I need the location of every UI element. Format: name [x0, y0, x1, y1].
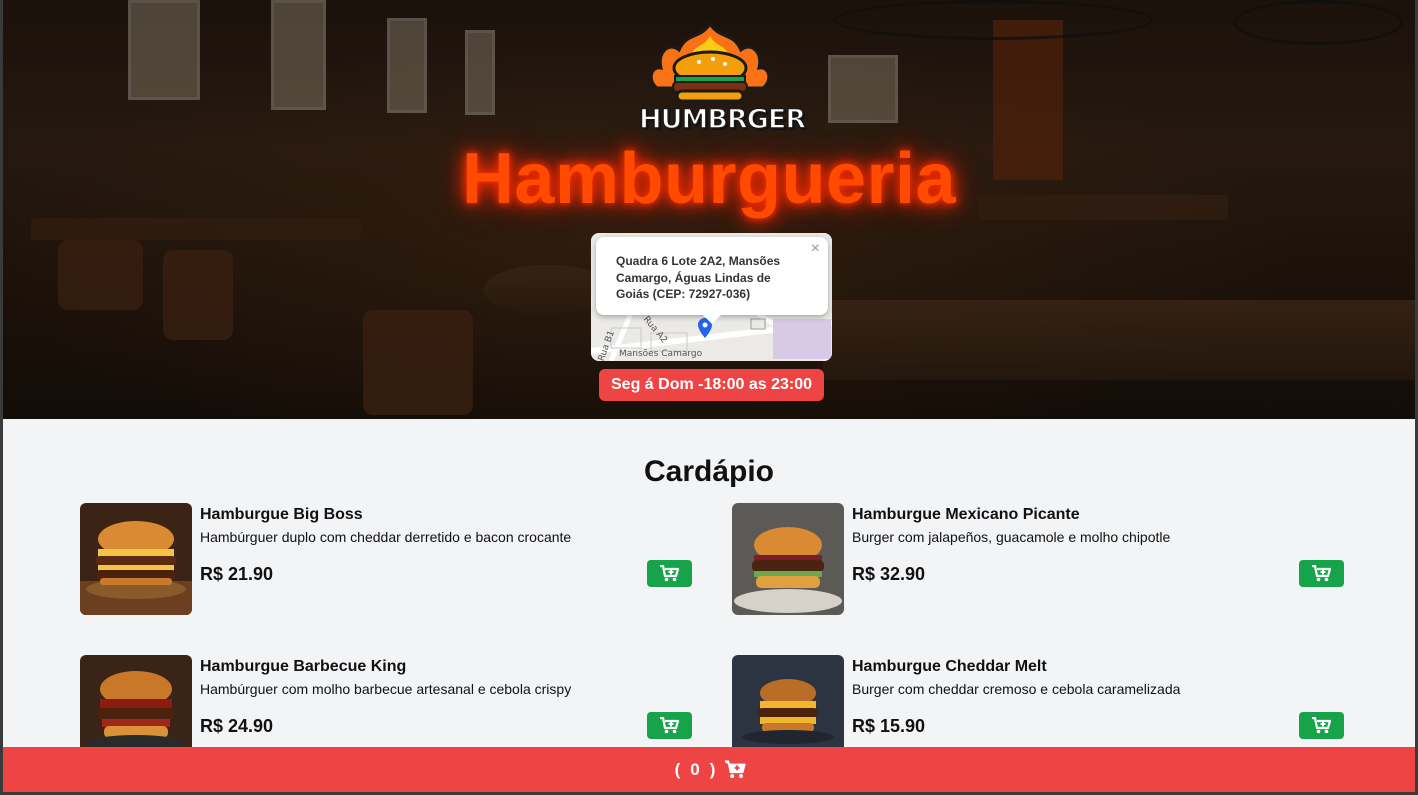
cart-plus-icon — [659, 717, 679, 734]
cart-count: 0 — [690, 759, 700, 779]
cart-plus-icon — [659, 565, 679, 582]
location-map[interactable]: Rua A2 Rua B1 Mansões Camargo × Quadra 6… — [591, 233, 832, 361]
popup-tail — [702, 314, 722, 324]
cart-icon — [725, 760, 747, 779]
item-name: Hamburgue Cheddar Melt — [852, 658, 1047, 675]
item-description: Hambúrguer com molho barbecue artesanal … — [200, 681, 572, 697]
popup-close-button[interactable]: × — [811, 240, 820, 258]
page: HUMBRGER Hamburgueria Rua A2 Rua B1 Mans… — [3, 0, 1415, 792]
item-name: Hamburgue Mexicano Picante — [852, 506, 1080, 523]
item-name: Hamburgue Big Boss — [200, 506, 363, 523]
item-price: R$ 21.90 — [200, 564, 274, 584]
item-description: Burger com jalapeños, guacamole e molho … — [852, 529, 1171, 545]
burger-image — [732, 503, 844, 615]
brand-logo: HUMBRGER — [638, 21, 807, 138]
item-price: R$ 15.90 — [852, 716, 926, 736]
add-to-cart-button[interactable] — [647, 560, 692, 587]
add-to-cart-button[interactable] — [1299, 560, 1344, 587]
map-area-label: Mansões Camargo — [619, 349, 703, 359]
burger-flame-icon — [649, 21, 771, 103]
cart-plus-icon — [1311, 565, 1331, 582]
cart-plus-icon — [1311, 717, 1331, 734]
item-name: Hamburgue Barbecue King — [200, 658, 407, 675]
item-price: R$ 24.90 — [200, 716, 274, 736]
item-price: R$ 32.90 — [852, 564, 926, 584]
cart-open-paren: ( — [674, 759, 681, 779]
cart-bar-button[interactable]: ( 0 ) — [3, 747, 1415, 792]
burger-image — [80, 503, 192, 615]
hero-banner: HUMBRGER Hamburgueria Rua A2 Rua B1 Mans… — [3, 0, 1415, 419]
item-description: Burger com cheddar cremoso e cebola cara… — [852, 681, 1181, 697]
item-description: Hambúrguer duplo com cheddar derretido e… — [200, 529, 572, 545]
menu-title: Cardápio — [643, 455, 775, 488]
logo-text: HUMBRGER — [638, 103, 807, 136]
address-text: Quadra 6 Lote 2A2, Mansões Camargo, Água… — [616, 254, 781, 301]
menu-item: Hamburgue Big Boss Hambúrguer duplo com … — [80, 503, 695, 617]
add-to-cart-button[interactable] — [647, 712, 692, 739]
map-info-popup: × Quadra 6 Lote 2A2, Mansões Camargo, Ág… — [596, 237, 828, 315]
menu-item: Hamburgue Mexicano Picante Burger com ja… — [732, 503, 1347, 617]
page-title: Hamburgueria — [461, 139, 957, 219]
add-to-cart-button[interactable] — [1299, 712, 1344, 739]
cart-close-paren: ) — [709, 759, 716, 779]
opening-hours-badge: Seg á Dom -18:00 as 23:00 — [599, 369, 824, 401]
